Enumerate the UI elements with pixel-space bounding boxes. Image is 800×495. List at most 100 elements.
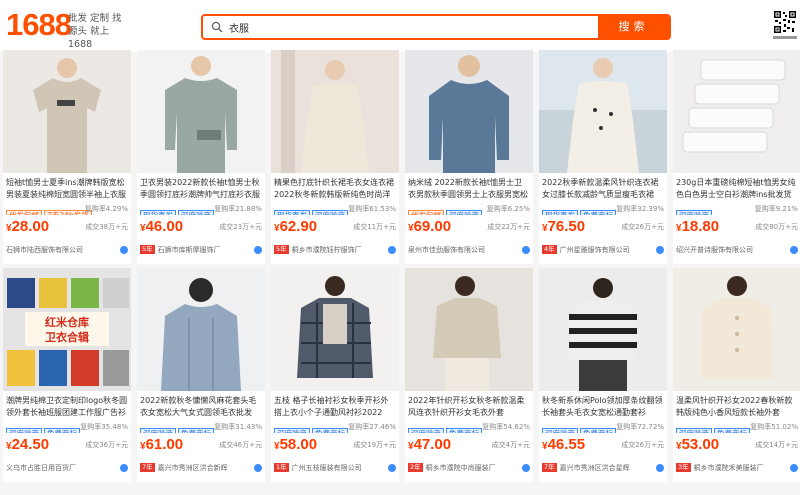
product-image[interactable] bbox=[271, 50, 399, 173]
product-card[interactable]: 五枝 格子长袖衬衫女秋季开衫外搭上衣小个子通勤风衬衫2022 深度验商免费商标复购… bbox=[271, 268, 399, 482]
product-card[interactable]: 230g日本重磅纯棉短袖t恤男女纯色白色男士空白衫潮牌ins批发货源深度验商 复购… bbox=[673, 50, 800, 264]
repurchase-rate: 复购率31.43% bbox=[214, 423, 262, 431]
shop-name[interactable]: 广州星雅服饰有限公司 bbox=[560, 246, 630, 254]
shop-years-badge: 7年 bbox=[140, 463, 155, 472]
shop-name[interactable]: 广州五枝服装有限公司 bbox=[292, 464, 362, 472]
product-image[interactable] bbox=[405, 268, 533, 391]
chat-icon[interactable] bbox=[254, 464, 262, 472]
product-price: ¥24.50 bbox=[6, 436, 49, 456]
repurchase-rate: 复购率54.62% bbox=[482, 423, 530, 431]
product-price: ¥58.00 bbox=[274, 436, 317, 456]
product-title[interactable]: 短袖t恤男士夏季ins潮牌韩版宽松男装夏装纯棉短宽圆领半袖上衣服 bbox=[6, 177, 128, 201]
product-title[interactable]: 2022秋季新款温柔风针织连衣裙女过膝长款减龄气质显瘦毛衣裙 bbox=[542, 177, 664, 201]
product-tag: 深度验商 bbox=[408, 428, 444, 433]
product-card[interactable]: 精果色打底针织长裙毛衣女连衣裙2022秋冬新款韩版新纯色时尚洋气打底现货直发深度… bbox=[271, 50, 399, 264]
shop-name[interactable]: 桐乡市濮院禾美服装厂 bbox=[694, 464, 764, 472]
product-tag: 免费商标 bbox=[446, 428, 482, 433]
product-title[interactable]: 秋冬新系休闲Polo领加厚条纹翻领长袖套头毛衣女宽松通勤套衫 bbox=[542, 395, 664, 419]
shop-name[interactable]: 泉州市佳劲服饰有限公司 bbox=[408, 246, 485, 254]
product-card[interactable]: 纳米绒 2022新款长袖t恤男士卫衣男款秋季圆领男士上衣服男宽松通勤代发包邮深度… bbox=[405, 50, 533, 264]
chat-icon[interactable] bbox=[388, 246, 396, 254]
repurchase-rate: 复购率61.53% bbox=[348, 205, 396, 213]
product-card[interactable]: 红米仓库 卫衣合辑潮牌男纯棉卫衣定制印logo秋冬圆领外套长袖班服团建工作服广告衫… bbox=[3, 268, 131, 482]
product-title[interactable]: 230g日本重磅纯棉短袖t恤男女纯色白色男士空白衫潮牌ins批发货源 bbox=[676, 177, 798, 201]
shop-name-row: 5年 桐乡市濮院钰柠服饰厂 bbox=[274, 244, 396, 256]
product-card[interactable]: 2022秋季新款温柔风针织连衣裙女过膝长款减龄气质显瘦毛衣裙现货直发免费商标复购… bbox=[539, 50, 667, 264]
product-image[interactable] bbox=[673, 50, 800, 173]
product-title[interactable]: 温柔风针织开衫女2022春秋新款韩版纯色小香风短款长袖外套 bbox=[676, 395, 798, 419]
product-title[interactable]: 2022新款秋冬慵懒风麻花套头毛衣女宽松大气女式圆领毛衣批发 bbox=[140, 395, 262, 419]
product-tag: 深度验商 bbox=[178, 210, 214, 215]
price-value: 62.90 bbox=[279, 218, 318, 235]
shop-name-row: 7年 嘉兴市秀洲区洪合新辉 bbox=[140, 462, 262, 474]
price-value: 58.00 bbox=[279, 436, 318, 453]
price-value: 46.55 bbox=[547, 436, 586, 453]
product-image[interactable] bbox=[137, 50, 265, 173]
product-image[interactable]: 红米仓库 卫衣合辑 bbox=[3, 268, 131, 391]
product-tag: 深度验商 bbox=[542, 428, 578, 433]
search-button[interactable]: 搜索 bbox=[598, 16, 669, 38]
chat-icon[interactable] bbox=[254, 246, 262, 254]
product-card[interactable]: 2022年针织开衫女秋冬新款温柔风连衣针织开衫女毛衣外套深度验商免费商标复购率5… bbox=[405, 268, 533, 482]
shop-name[interactable]: 绍兴开普诗服饰有限公司 bbox=[676, 246, 753, 254]
site-logo[interactable]: 1688 bbox=[6, 8, 72, 42]
product-tag: 深度验商 bbox=[676, 210, 712, 215]
price-value: 76.50 bbox=[547, 218, 586, 235]
product-image[interactable] bbox=[673, 268, 800, 391]
product-price: ¥61.00 bbox=[140, 436, 183, 456]
product-image[interactable] bbox=[539, 50, 667, 173]
product-image[interactable] bbox=[539, 268, 667, 391]
shop-name-row: 7年 嘉兴市秀洲区洪合星辉 bbox=[542, 462, 664, 474]
shop-name[interactable]: 桐乡市濮院中尚服装厂 bbox=[426, 464, 496, 472]
product-price: ¥76.50 bbox=[542, 218, 585, 238]
product-tag: 免费商标 bbox=[580, 428, 616, 433]
product-image[interactable] bbox=[3, 50, 131, 173]
price-value: 18.80 bbox=[681, 218, 720, 235]
chat-icon[interactable] bbox=[522, 246, 530, 254]
shop-name[interactable]: 桐乡市濮院钰柠服饰厂 bbox=[292, 246, 362, 254]
product-card[interactable]: 秋冬新系休闲Polo领加厚条纹翻领长袖套头毛衣女宽松通勤套衫深度验商免费商标复购… bbox=[539, 268, 667, 482]
product-image[interactable] bbox=[405, 50, 533, 173]
product-title[interactable]: 2022年针织开衫女秋冬新款温柔风连衣针织开衫女毛衣外套 bbox=[408, 395, 530, 419]
site-slogan: 批发 定制 找源头 就上1688 bbox=[68, 13, 122, 50]
shop-name[interactable]: 石狮市陆西服饰有限公司 bbox=[6, 246, 83, 254]
deal-volume: 成交80万+元 bbox=[755, 223, 798, 231]
product-card[interactable]: 短袖t恤男士夏季ins潮牌韩版宽松男装夏装纯棉短宽圆领半袖上衣服代发包邮7天24… bbox=[3, 50, 131, 264]
shop-years-badge: 2年 bbox=[408, 463, 423, 472]
chat-icon[interactable] bbox=[656, 464, 664, 472]
product-title[interactable]: 五枝 格子长袖衬衫女秋季开衫外搭上衣小个子通勤风衬衫2022 bbox=[274, 395, 396, 419]
product-card[interactable]: 卫衣男装2022新款长袖t恤男士秋季圆领打底衫潮牌帅气打底衫衣服学生潮现货直发深… bbox=[137, 50, 265, 264]
shop-name-row: 4年 广州星雅服饰有限公司 bbox=[542, 244, 664, 256]
shop-name[interactable]: 嘉兴市秀洲区洪合新辉 bbox=[158, 464, 228, 472]
chat-icon[interactable] bbox=[522, 464, 530, 472]
chat-icon[interactable] bbox=[388, 464, 396, 472]
qr-code-icon[interactable] bbox=[773, 10, 797, 40]
product-price: ¥53.00 bbox=[676, 436, 719, 456]
chat-icon[interactable] bbox=[120, 246, 128, 254]
shop-years-badge: 3年 bbox=[676, 463, 691, 472]
shop-name[interactable]: 石狮市库斯摩服饰厂 bbox=[158, 246, 221, 254]
product-title[interactable]: 纳米绒 2022新款长袖t恤男士卫衣男款秋季圆领男士上衣服男宽松通勤 bbox=[408, 177, 530, 201]
shop-name[interactable]: 义乌市占胜日用百货厂 bbox=[6, 464, 76, 472]
repurchase-rate: 复购率9.21% bbox=[754, 205, 798, 213]
product-title[interactable]: 精果色打底针织长裙毛衣女连衣裙2022秋冬新款韩版新纯色时尚洋气打底 bbox=[274, 177, 396, 201]
shop-name-row: 义乌市占胜日用百货厂 bbox=[6, 462, 128, 474]
shop-name[interactable]: 嘉兴市秀洲区洪合星辉 bbox=[560, 464, 630, 472]
chat-icon[interactable] bbox=[790, 246, 798, 254]
product-title[interactable]: 潮牌男纯棉卫衣定制印logo秋冬圆领外套长袖班服团建工作服广告衫 bbox=[6, 395, 128, 419]
search-input[interactable] bbox=[229, 16, 609, 38]
product-image[interactable] bbox=[271, 268, 399, 391]
product-price: ¥46.55 bbox=[542, 436, 585, 456]
deal-volume: 成交38万+元 bbox=[85, 223, 128, 231]
product-price: ¥46.00 bbox=[140, 218, 183, 238]
chat-icon[interactable] bbox=[790, 464, 798, 472]
product-card[interactable]: 2022新款秋冬慵懒风麻花套头毛衣女宽松大气女式圆领毛衣批发深度验商免费商标复购… bbox=[137, 268, 265, 482]
deal-volume: 成交4万+元 bbox=[491, 441, 530, 449]
chat-icon[interactable] bbox=[120, 464, 128, 472]
chat-icon[interactable] bbox=[656, 246, 664, 254]
price-value: 24.50 bbox=[11, 436, 50, 453]
product-tag: 免费商标 bbox=[178, 428, 214, 433]
product-image[interactable] bbox=[137, 268, 265, 391]
product-title[interactable]: 卫衣男装2022新款长袖t恤男士秋季圆领打底衫潮牌帅气打底衫衣服学生潮 bbox=[140, 177, 262, 201]
product-card[interactable]: 温柔风针织开衫女2022春秋新款韩版纯色小香风短款长袖外套深度验商免费商标复购率… bbox=[673, 268, 800, 482]
